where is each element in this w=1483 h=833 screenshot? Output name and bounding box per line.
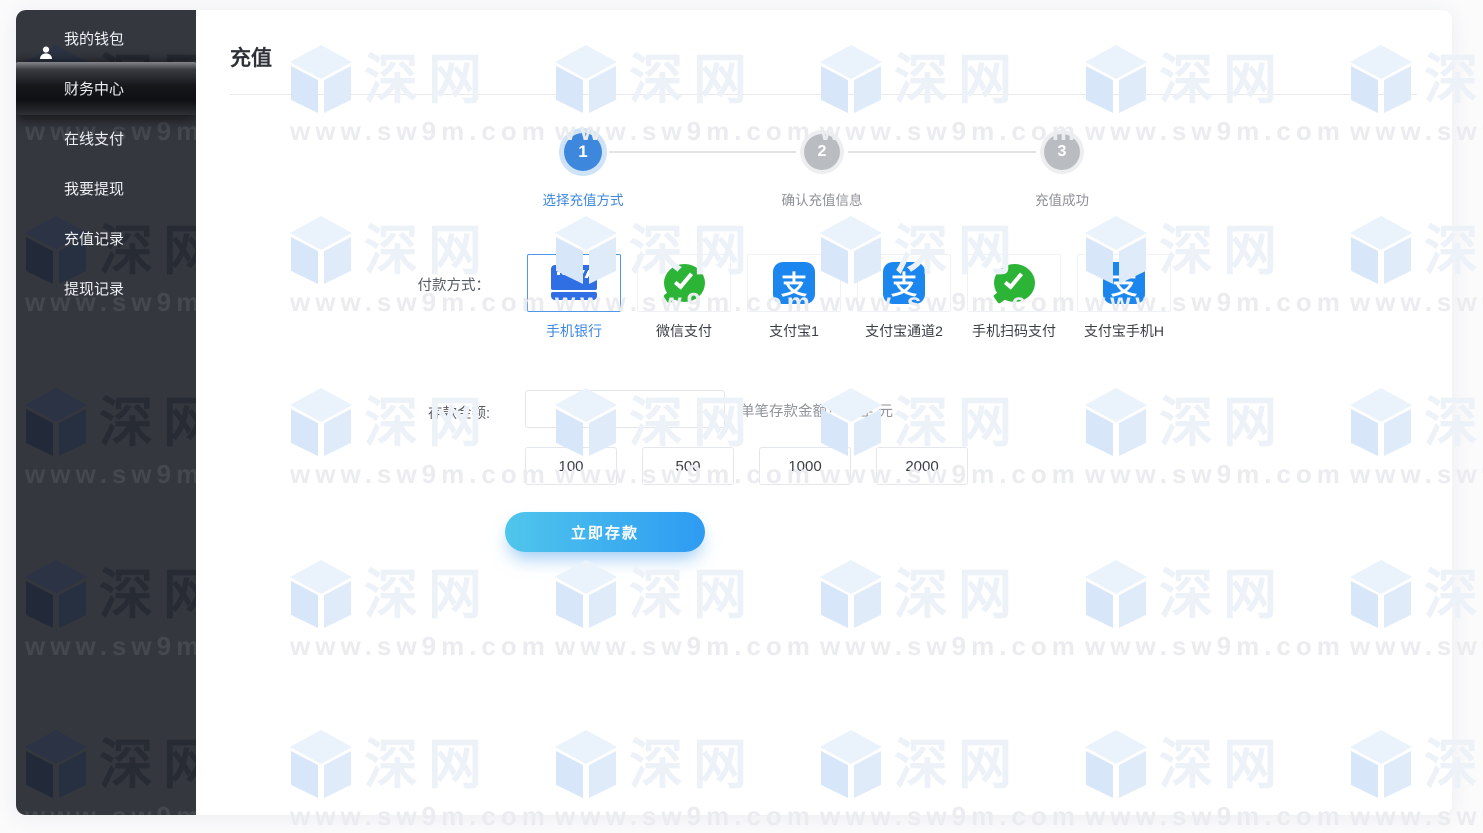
payment-method-name: 支付宝手机H: [1069, 321, 1179, 341]
watermark-row: 深网: [25, 560, 196, 630]
payment-method-box: [967, 254, 1061, 312]
bank-card-dots: [557, 272, 571, 275]
payment-method-6[interactable]: 支支付宝手机H: [1069, 254, 1179, 341]
alipay-icon: 支: [883, 262, 925, 304]
wechat-checkmark: [1003, 269, 1022, 289]
watermark-tile: 深网www.sw9m.com: [25, 560, 196, 662]
payment-method-3[interactable]: 支支付宝1: [739, 254, 849, 341]
sidebar-item-6[interactable]: 提现记录: [16, 265, 196, 315]
wechat-icon: [664, 264, 705, 302]
logo-top-face: [25, 388, 87, 422]
logo-left-face: [26, 581, 53, 628]
sidebar-item-1[interactable]: 我的钱包: [16, 15, 196, 65]
watermark-row: 深网: [25, 730, 196, 800]
watermark-brand-text: 深网: [99, 388, 196, 458]
wechat-checkmark: [673, 269, 692, 289]
watermark-brand-text: 深网: [99, 560, 196, 630]
sidebar-item-3[interactable]: 在线支付: [16, 115, 196, 165]
payment-method-name: 支付宝1: [739, 321, 849, 341]
payment-method-5[interactable]: 手机扫码支付: [959, 254, 1069, 341]
sidebar-item-label: 提现记录: [64, 281, 124, 298]
sidebar-item-label: 充值记录: [64, 231, 124, 248]
payment-method-label: 付款方式：: [380, 274, 490, 295]
logo-top-face: [25, 560, 87, 594]
brand-logo-icon: [25, 730, 87, 800]
watermark-tile: 深网www.sw9m.com: [25, 388, 196, 490]
logo-top-face: [25, 730, 87, 764]
watermark-url-text: www.sw9m.com: [25, 801, 196, 815]
watermark-tile: 深网www.sw9m.com: [25, 730, 196, 815]
quick-amount-2000[interactable]: 2000: [876, 447, 968, 485]
watermark-url-text: www.sw9m.com: [25, 631, 196, 662]
alipay-icon: 支: [773, 262, 815, 304]
step-connector-1: [609, 151, 796, 153]
payment-method-box: [637, 254, 731, 312]
sidebar-item-4[interactable]: 我要提现: [16, 165, 196, 215]
sidebar-item-label: 财务中心: [64, 81, 124, 98]
payment-method-name: 手机银行: [519, 321, 629, 341]
deposit-amount-input[interactable]: [525, 390, 725, 428]
sidebar-item-label: 我要提现: [64, 181, 124, 198]
quick-amount-500[interactable]: 500: [642, 447, 734, 485]
bank-card-bottom: [551, 292, 597, 300]
step-label-1: 选择充值方式: [503, 189, 663, 209]
watermark-url-text: www.sw9m.com: [25, 459, 196, 490]
payment-method-4[interactable]: 支支付宝通道2: [849, 254, 959, 341]
wechat-icon: [994, 264, 1035, 302]
step-circle-1: 1: [564, 133, 602, 171]
payment-method-1[interactable]: 手机银行: [519, 254, 629, 341]
step-label-2: 确认充值信息: [742, 189, 902, 209]
sidebar-item-label: 我的钱包: [64, 31, 124, 48]
step-circle-3: 3: [1044, 134, 1080, 170]
bank-card-top: [551, 265, 597, 290]
brand-logo-icon: [25, 388, 87, 458]
deposit-amount-hint: 单笔存款金额！元 至 元: [740, 400, 893, 421]
main-content: 充值 1选择充值方式2确认充值信息3充值成功 付款方式： 手机银行微信支付支支付…: [196, 10, 1452, 815]
step-connector-2: [848, 151, 1036, 153]
payment-method-box: 支: [857, 254, 951, 312]
title-divider: [230, 94, 1417, 95]
payment-method-box: [527, 254, 621, 312]
alipay-icon: 支: [1103, 262, 1145, 304]
logo-right-face: [59, 581, 86, 628]
wallet-card: 深网www.sw9m.com深网www.sw9m.com深网www.sw9m.c…: [16, 10, 1452, 815]
sidebar-item-5[interactable]: 充值记录: [16, 215, 196, 265]
payment-method-box: 支: [1077, 254, 1171, 312]
payment-method-name: 手机扫码支付: [959, 321, 1069, 341]
payment-method-box: 支: [747, 254, 841, 312]
logo-left-face: [26, 751, 53, 798]
sidebar-nav: 我的钱包财务中心在线支付我要提现充值记录提现记录: [16, 15, 196, 315]
step-label-3: 充值成功: [982, 189, 1142, 209]
bank-card-stripes: [575, 270, 592, 278]
logo-left-face: [26, 409, 53, 456]
sidebar-item-label: 在线支付: [64, 131, 124, 148]
brand-logo-icon: [25, 560, 87, 630]
page-title: 充值: [230, 42, 272, 72]
quick-amount-100[interactable]: 100: [525, 447, 617, 485]
bank-card-icon: [551, 265, 597, 301]
deposit-now-button[interactable]: 立即存款: [505, 512, 705, 552]
sidebar: 深网www.sw9m.com深网www.sw9m.com深网www.sw9m.c…: [16, 10, 196, 815]
quick-amount-1000[interactable]: 1000: [759, 447, 851, 485]
deposit-amount-label: 存款金额:: [380, 402, 490, 423]
logo-right-face: [59, 751, 86, 798]
step-circle-2: 2: [804, 134, 840, 170]
payment-method-2[interactable]: 微信支付: [629, 254, 739, 341]
logo-right-face: [59, 409, 86, 456]
watermark-row: 深网: [25, 388, 196, 458]
payment-method-name: 支付宝通道2: [849, 321, 959, 341]
payment-method-name: 微信支付: [629, 321, 739, 341]
sidebar-item-2[interactable]: 财务中心: [16, 65, 196, 115]
watermark-brand-text: 深网: [99, 730, 196, 800]
